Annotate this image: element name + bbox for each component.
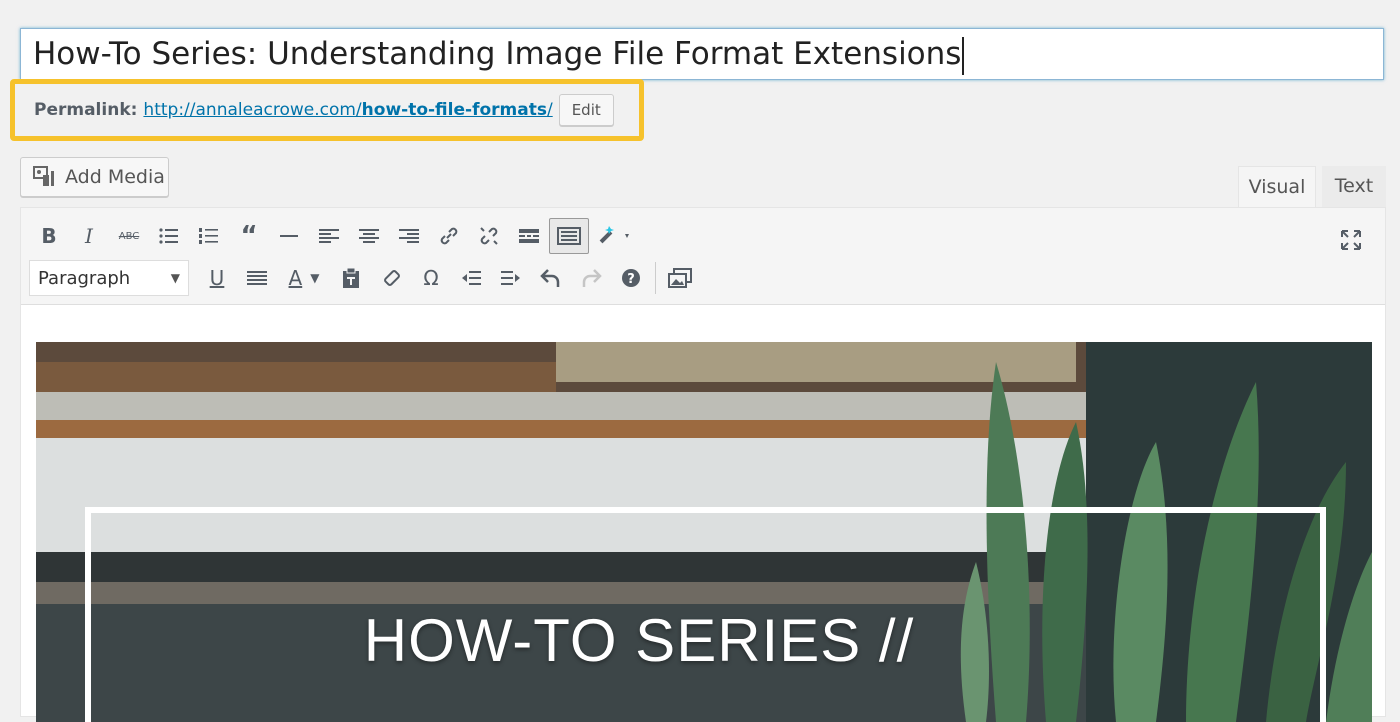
- align-center-icon[interactable]: [349, 218, 389, 254]
- strikethrough-icon[interactable]: ABC: [109, 218, 149, 254]
- bulleted-list-icon[interactable]: [149, 218, 189, 254]
- post-title-input[interactable]: How-To Series: Understanding Image File …: [20, 28, 1384, 80]
- help-icon[interactable]: ?: [611, 260, 651, 296]
- edit-permalink-button[interactable]: Edit: [558, 94, 614, 126]
- editor-area: B I ABC “ Paragraph ▼ U A ▼ Ω ? HOW-TO S…: [20, 207, 1386, 722]
- permalink-link[interactable]: http://annaleacrowe.com/how-to-file-form…: [143, 100, 552, 120]
- permalink-trail: /: [546, 100, 553, 120]
- toolbar-row-1: B I ABC “: [29, 216, 641, 256]
- add-media-button[interactable]: Add Media: [20, 157, 169, 197]
- clear-formatting-icon[interactable]: [371, 260, 411, 296]
- editor-toolbar: B I ABC “ Paragraph ▼ U A ▼ Ω ?: [21, 208, 1385, 305]
- tab-visual[interactable]: Visual: [1238, 166, 1316, 208]
- featured-image[interactable]: HOW-TO SERIES //: [36, 342, 1372, 722]
- redo-icon[interactable]: [571, 260, 611, 296]
- format-select-value: Paragraph: [38, 267, 131, 289]
- svg-text:?: ?: [627, 272, 635, 287]
- remove-link-icon[interactable]: [469, 218, 509, 254]
- hero-text: HOW-TO SERIES //: [363, 607, 915, 674]
- undo-icon[interactable]: [531, 260, 571, 296]
- horizontal-rule-icon[interactable]: [269, 218, 309, 254]
- chevron-down-icon: ▼: [170, 271, 180, 285]
- text-caret: [962, 36, 965, 75]
- indent-icon[interactable]: [491, 260, 531, 296]
- toolbar-separator: [655, 262, 656, 294]
- permalink-base: http://annaleacrowe.com/: [143, 100, 362, 120]
- read-more-icon[interactable]: [509, 218, 549, 254]
- blockquote-icon[interactable]: “: [229, 218, 269, 254]
- magic-wand-icon[interactable]: [589, 218, 641, 254]
- justify-icon[interactable]: [237, 260, 277, 296]
- permalink-row: Permalink: http://annaleacrowe.com/how-t…: [34, 94, 614, 126]
- underline-icon[interactable]: U: [197, 260, 237, 296]
- insert-gallery-icon[interactable]: [660, 260, 700, 296]
- insert-link-icon[interactable]: [429, 218, 469, 254]
- special-character-icon[interactable]: Ω: [411, 260, 451, 296]
- align-left-icon[interactable]: [309, 218, 349, 254]
- add-media-icon: [33, 166, 54, 186]
- add-media-label: Add Media: [65, 166, 165, 188]
- paste-as-text-icon[interactable]: [331, 260, 371, 296]
- toolbar-row-2: Paragraph ▼ U A ▼ Ω ?: [29, 258, 700, 298]
- align-right-icon[interactable]: [389, 218, 429, 254]
- post-title-text: How-To Series: Understanding Image File …: [33, 36, 962, 72]
- permalink-slug: how-to-file-formats: [361, 100, 547, 120]
- permalink-label: Permalink:: [34, 100, 138, 120]
- text-color-icon[interactable]: A ▼: [277, 260, 331, 296]
- bold-icon[interactable]: B: [29, 218, 69, 254]
- format-select[interactable]: Paragraph ▼: [29, 260, 189, 296]
- toolbar-toggle-icon[interactable]: [549, 218, 589, 254]
- italic-icon[interactable]: I: [69, 218, 109, 254]
- numbered-list-icon[interactable]: [189, 218, 229, 254]
- fullscreen-icon[interactable]: [1331, 222, 1371, 258]
- tab-text[interactable]: Text: [1322, 166, 1386, 208]
- outdent-icon[interactable]: [451, 260, 491, 296]
